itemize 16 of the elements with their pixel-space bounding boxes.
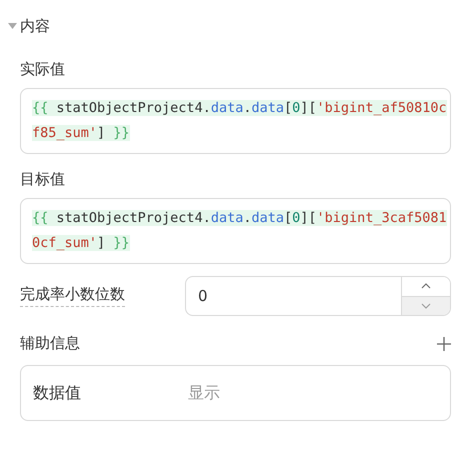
- field-label: 实际值: [20, 60, 66, 79]
- section-header[interactable]: 内容: [8, 8, 451, 44]
- code-editor[interactable]: {{ statObjectProject4.data.data[0]['bigint_af50810cf85_sum'] }}: [20, 88, 451, 154]
- caret-icon: [8, 23, 17, 29]
- item-label: 数据值: [33, 382, 82, 404]
- item-value: 显示: [188, 382, 220, 404]
- decrement-button[interactable]: [402, 296, 450, 315]
- section-label: 辅助信息: [20, 334, 80, 353]
- add-button[interactable]: [437, 336, 451, 350]
- plus-icon: [437, 336, 451, 350]
- chevron-up-icon: [421, 283, 431, 290]
- number-input[interactable]: 0: [185, 276, 401, 316]
- field-label: 完成率小数位数: [20, 285, 125, 307]
- code-editor[interactable]: {{ statObjectProject4.data.data[0]['bigint_3caf50810cf_sum'] }}: [20, 198, 451, 264]
- chevron-down-icon: [421, 302, 431, 309]
- field-label: 目标值: [20, 170, 66, 189]
